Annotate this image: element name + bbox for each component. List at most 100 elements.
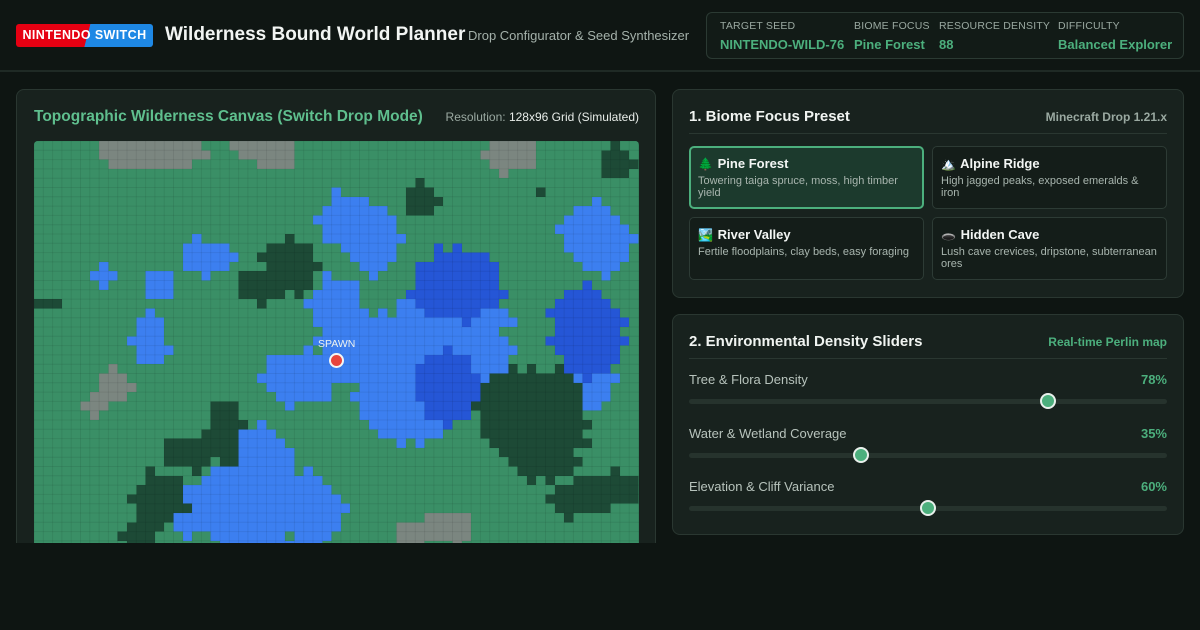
slider-track[interactable] xyxy=(689,399,1167,404)
map-cell-water xyxy=(99,261,109,272)
biome-card-pine-forest[interactable]: 🌲 Pine Forest Towering taiga spruce, mos… xyxy=(689,146,924,209)
map-cell-forest xyxy=(173,438,183,448)
map-cell-grass xyxy=(154,410,165,421)
map-cell-forest xyxy=(182,438,193,448)
map-cell-water xyxy=(396,429,407,439)
slider-thumb[interactable] xyxy=(1039,393,1056,409)
map-cell-grass xyxy=(229,289,239,300)
map-cell-grass xyxy=(43,159,53,169)
map-cell-water xyxy=(340,299,351,309)
map-cell-grass xyxy=(80,382,90,393)
map-cell-grass xyxy=(220,364,230,374)
map-cell-water xyxy=(461,327,472,337)
map-cell-grass xyxy=(99,447,109,458)
map-cell-water xyxy=(499,354,509,365)
map-grid[interactable] xyxy=(34,141,639,561)
map-cell-grass xyxy=(331,420,341,430)
map-cell-grass xyxy=(517,243,527,253)
map-cell-grass xyxy=(536,234,546,244)
map-cell-water xyxy=(322,299,332,309)
map-cell-water xyxy=(313,531,323,541)
map-cell-water xyxy=(564,224,574,235)
map-cell-deep_water xyxy=(480,261,490,272)
map-cell-grass xyxy=(117,457,128,467)
map-cell-forest xyxy=(554,382,565,393)
map-cell-grass xyxy=(154,438,165,448)
map-cell-grass xyxy=(350,168,360,179)
map-cell-water xyxy=(582,215,593,225)
map-cell-water xyxy=(378,354,388,365)
map-cell-water xyxy=(387,317,397,328)
map-cell-grass xyxy=(136,429,146,439)
map-cell-grass xyxy=(629,373,639,383)
map-cell-water xyxy=(331,494,341,504)
map-cell-grass xyxy=(285,438,295,448)
biome-card-alpine-ridge[interactable]: 🏔️ Alpine Ridge High jagged peaks, expos… xyxy=(932,146,1167,209)
divider xyxy=(689,133,1167,134)
map-cell-grass xyxy=(136,271,146,281)
map-cell-grass xyxy=(461,187,472,197)
map-cell-grass xyxy=(164,429,174,439)
map-cell-grass xyxy=(127,354,137,365)
map-cell-grass xyxy=(619,178,630,188)
map-cell-grass xyxy=(461,420,472,430)
map-cell-grass xyxy=(52,457,62,467)
page-bottom xyxy=(0,543,1200,630)
map-cell-grass xyxy=(61,513,72,523)
map-cell-grass xyxy=(34,447,44,458)
map-cell-deep_water xyxy=(471,373,481,383)
map-cell-grass xyxy=(136,289,146,300)
map-cell-grass xyxy=(536,159,546,169)
map-cell-water xyxy=(378,401,388,411)
map-cell-grass xyxy=(619,289,630,300)
map-cell-grass xyxy=(378,466,388,476)
map-cell-forest xyxy=(275,261,286,272)
map-cell-grass xyxy=(229,159,239,169)
map-cell-water xyxy=(396,373,407,383)
slider-track[interactable] xyxy=(689,453,1167,458)
map-cell-grass xyxy=(52,531,62,541)
map-cell-water xyxy=(238,438,248,448)
topographic-map[interactable]: SPAWN xyxy=(34,141,639,561)
map-cell-grass xyxy=(154,187,165,197)
map-cell-deep_water xyxy=(424,401,434,411)
map-cell-water xyxy=(247,457,258,467)
map-cell-grass xyxy=(592,271,602,281)
slider-thumb[interactable] xyxy=(920,500,936,516)
map-cell-water xyxy=(247,438,258,448)
map-cell-grass xyxy=(117,401,128,411)
biome-card-hidden-cave[interactable]: 🕳️ Hidden Cave Lush cave crevices, drips… xyxy=(932,217,1167,280)
map-cell-grass xyxy=(99,308,109,318)
map-cell-forest xyxy=(517,466,527,476)
map-cell-forest xyxy=(489,373,500,383)
map-cell-grass xyxy=(350,420,360,430)
map-cell-grass xyxy=(192,364,202,374)
map-cell-deep_water xyxy=(554,299,565,309)
map-cell-grass xyxy=(378,141,388,151)
map-cell-grass xyxy=(471,159,481,169)
map-cell-grass xyxy=(350,271,360,281)
map-cell-grass xyxy=(210,224,221,235)
spawn-marker-icon[interactable] xyxy=(329,353,344,368)
map-cell-grass xyxy=(313,196,323,207)
map-cell-grass xyxy=(257,178,267,188)
map-cell-grass xyxy=(127,187,137,197)
map-cell-grass xyxy=(378,150,388,160)
map-cell-grass xyxy=(43,513,53,523)
map-cell-grass xyxy=(545,178,555,188)
map-cell-water xyxy=(201,252,211,262)
biome-card-river-valley[interactable]: 🏞️ River Valley Fertile floodplains, cla… xyxy=(689,217,924,280)
slider-thumb[interactable] xyxy=(853,447,870,463)
map-cell-water xyxy=(350,308,360,318)
map-cell-grass xyxy=(99,234,109,244)
map-cell-water xyxy=(303,475,314,486)
map-cell-grass xyxy=(592,457,602,467)
map-cell-water xyxy=(303,382,314,393)
map-cell-deep_water xyxy=(452,373,462,383)
map-cell-grass xyxy=(545,503,555,514)
map-cell-water xyxy=(592,401,602,411)
map-cell-grass xyxy=(340,392,351,402)
map-cell-deep_water xyxy=(433,382,444,393)
map-cell-deep_water xyxy=(452,401,462,411)
map-cell-grass xyxy=(164,327,174,337)
